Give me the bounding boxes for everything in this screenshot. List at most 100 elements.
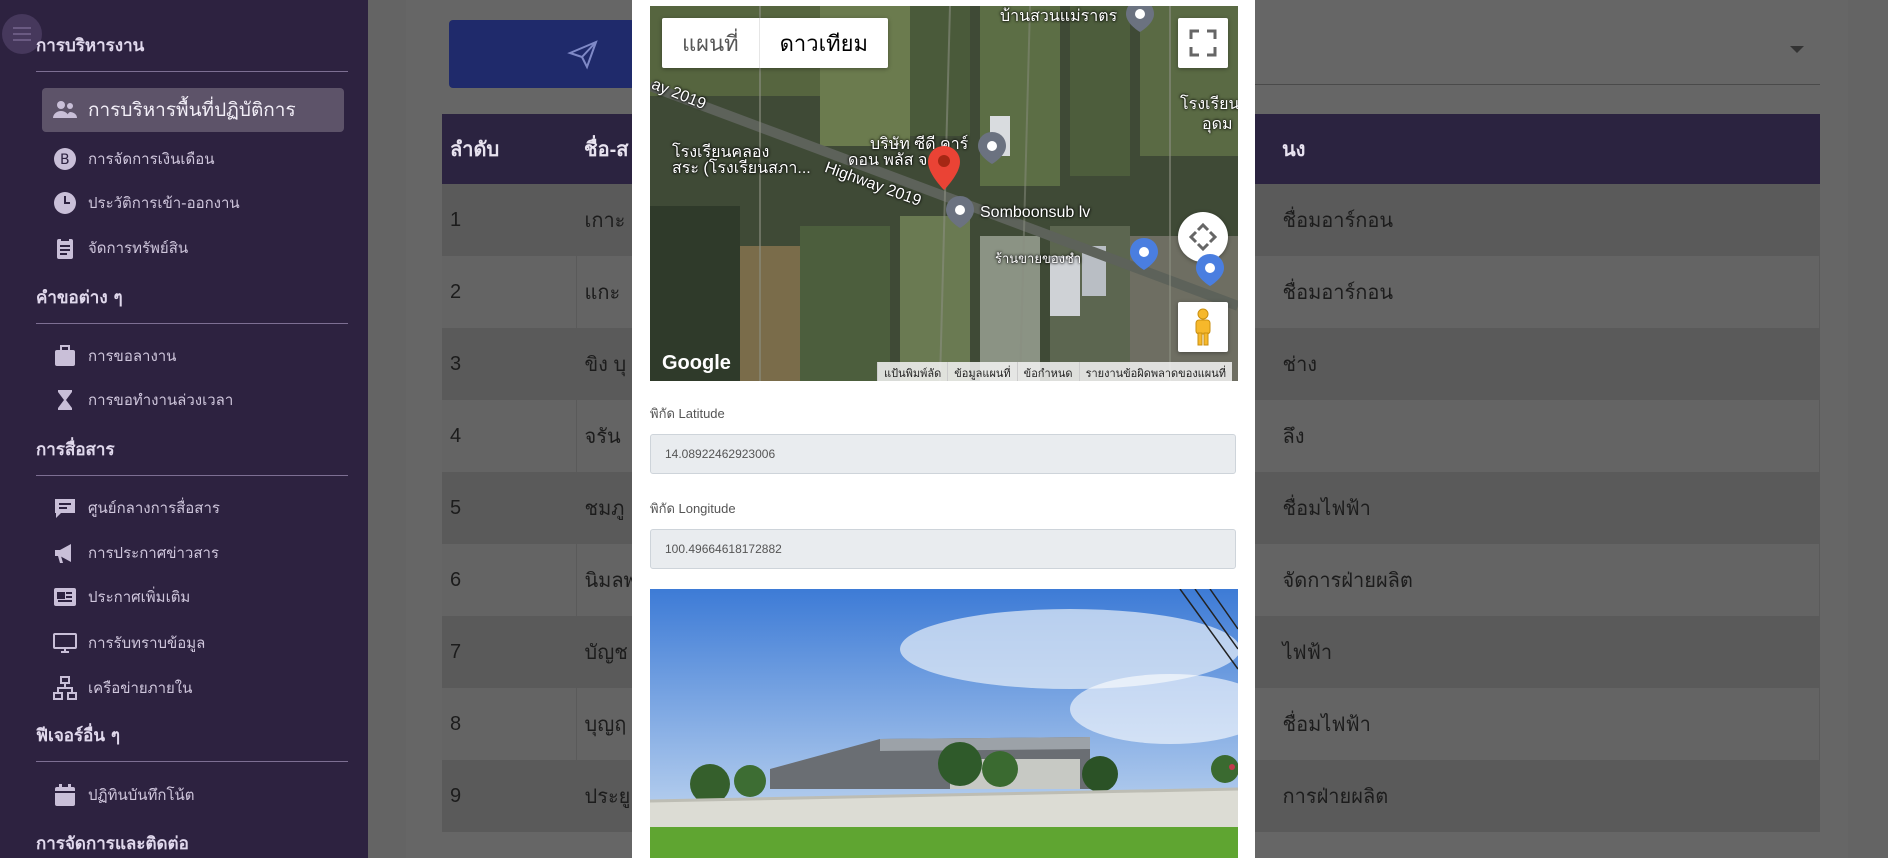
sidebar-item-comm-center[interactable]: ศูนย์กลางการสื่อสาร xyxy=(42,486,344,530)
sidebar-item-leave[interactable]: การขอลางาน xyxy=(42,334,344,378)
map-label: สระ (โรงเรียนสภา... xyxy=(672,160,811,177)
map-type-control: แผนที่ ดาวเทียม xyxy=(662,18,889,68)
map-data-link[interactable]: ข้อมูลแผนที่ xyxy=(947,362,1017,381)
map-type-map-button[interactable]: แผนที่ xyxy=(662,18,759,68)
map-label: ร้านขายของชำ xyxy=(995,251,1082,266)
map-label: บ้านสวนแม่ราตร xyxy=(1000,8,1118,25)
employee-position: จัดการฝ่ายผลิต xyxy=(1252,544,1820,616)
report-map-error-link[interactable]: รายงานข้อผิดพลาดของแผนที่ xyxy=(1078,362,1232,381)
sidebar-item-overtime[interactable]: การขอทำงานล่วงเวลา xyxy=(42,378,344,422)
site-photo xyxy=(650,589,1238,858)
sidebar-item-attendance[interactable]: ประวัติการเข้า-ออกงาน xyxy=(42,181,344,225)
keyboard-shortcuts-link[interactable]: แป้นพิมพ์ลัด xyxy=(877,362,948,381)
latitude-field[interactable]: 14.08922462923006 xyxy=(650,434,1236,474)
newspaper-icon xyxy=(52,585,78,609)
sidebar-item-internal-network[interactable]: เครือข่ายภายใน xyxy=(42,666,344,710)
filter-select[interactable] xyxy=(1250,84,1820,85)
send-icon xyxy=(567,40,598,70)
sidebar-section-requests: คำขอต่าง ๆ xyxy=(36,284,348,324)
sidebar-section-contact: การจัดการและติดต่อ xyxy=(36,830,348,857)
row-number: 9 xyxy=(442,760,577,832)
fullscreen-icon xyxy=(1189,29,1217,57)
map-label: อุดม xyxy=(1202,116,1233,133)
section-title: การบริหารงาน xyxy=(36,36,145,56)
sidebar-item-label: ศูนย์กลางการสื่อสาร xyxy=(88,499,220,517)
sidebar-item-announcements[interactable]: การประกาศข่าวสาร xyxy=(42,531,344,575)
sidebar-item-workspace-management[interactable]: การบริหารพื้นที่ปฏิบัติการ xyxy=(42,88,344,132)
sidebar-item-label: จัดการทรัพย์สิน xyxy=(88,239,189,257)
sidebar-section-communication: การสื่อสาร xyxy=(36,436,348,476)
employee-position: ชื่อมอาร์กอน xyxy=(1252,184,1820,256)
shop-marker-icon[interactable] xyxy=(1130,238,1158,270)
section-title: การจัดการและติดต่อ xyxy=(36,834,189,854)
employee-position: การฝ่ายผลิต xyxy=(1252,760,1820,832)
column-header: ลำดับ xyxy=(442,114,576,184)
row-number: 4 xyxy=(442,400,577,472)
svg-text:B: B xyxy=(60,152,70,168)
monitor-icon xyxy=(52,631,78,655)
row-number: 6 xyxy=(442,544,577,616)
sidebar-item-label: ประกาศเพิ่มเติม xyxy=(88,588,191,606)
sidebar: การบริหารงาน การบริหารพื้นที่ปฏิบัติการ … xyxy=(0,0,368,858)
chevron-down-icon[interactable] xyxy=(1790,46,1804,53)
sidebar-item-acknowledgement[interactable]: การรับทราบข้อมูล xyxy=(42,621,344,665)
employee-position: ไฟฟ้า xyxy=(1252,616,1820,688)
employee-position: ชื่อมไฟฟ้า xyxy=(1252,472,1820,544)
map-attribution-bar: แป้นพิมพ์ลัด ข้อมูลแผนที่ ข้อกำหนด รายงา… xyxy=(877,362,1232,381)
longitude-field[interactable]: 100.49664618172882 xyxy=(650,529,1236,569)
row-number: 8 xyxy=(442,688,577,760)
pegman-icon xyxy=(1195,308,1211,346)
section-title: การสื่อสาร xyxy=(36,440,115,460)
row-number: 3 xyxy=(442,328,577,400)
sidebar-section-other-features: ฟีเจอร์อื่น ๆ xyxy=(36,722,348,762)
briefcase-icon xyxy=(52,344,78,368)
row-number: 7 xyxy=(442,616,577,688)
sidebar-item-label: ปฏิทินบันทึกโน้ต xyxy=(88,786,195,804)
employee-position: ชื่อมอาร์กอน xyxy=(1252,256,1820,328)
section-title: คำขอต่าง ๆ xyxy=(36,288,123,308)
sidebar-item-calendar[interactable]: ปฏิทินบันทึกโน้ต xyxy=(42,773,344,817)
network-icon xyxy=(52,676,78,700)
section-title: ฟีเจอร์อื่น ๆ xyxy=(36,726,121,746)
clock-icon xyxy=(52,191,78,215)
row-number: 1 xyxy=(442,184,577,256)
column-header: นง xyxy=(1252,114,1820,184)
employee-position: ช่าง xyxy=(1252,328,1820,400)
fullscreen-button[interactable] xyxy=(1178,18,1228,68)
hourglass-icon xyxy=(52,388,78,412)
clipboard-icon xyxy=(52,236,78,260)
location-modal: แผนที่ ดาวเทียม บ้านสวนแม่ราตร โรงเรียน … xyxy=(632,0,1255,858)
sidebar-item-label: การขอลางาน xyxy=(88,347,177,365)
row-number: 5 xyxy=(442,472,577,544)
sidebar-item-salary[interactable]: B การจัดการเงินเดือน xyxy=(42,137,344,181)
sidebar-item-label: การขอทำงานล่วงเวลา xyxy=(88,391,234,409)
sidebar-item-label: เครือข่ายภายใน xyxy=(88,679,193,697)
map-type-satellite-button[interactable]: ดาวเทียม xyxy=(758,18,888,68)
poi-marker-icon[interactable] xyxy=(978,132,1006,164)
sidebar-item-label: การประกาศข่าวสาร xyxy=(88,544,219,562)
map-label: ดอน พลัส จ... xyxy=(848,152,941,169)
row-number: 2 xyxy=(442,256,577,328)
send-location-button[interactable] xyxy=(449,20,635,88)
location-marker-icon[interactable] xyxy=(928,146,960,190)
megaphone-icon xyxy=(52,541,78,565)
map-label: Somboonsub lv xyxy=(980,204,1091,221)
map-view[interactable]: แผนที่ ดาวเทียม บ้านสวนแม่ราตร โรงเรียน … xyxy=(650,6,1238,381)
street-view-pegman-button[interactable] xyxy=(1178,302,1228,352)
sidebar-item-label: การจัดการเงินเดือน xyxy=(88,150,215,168)
sidebar-item-more-announcements[interactable]: ประกาศเพิ่มเติม xyxy=(42,575,344,619)
employee-position: ลึง xyxy=(1252,400,1820,472)
poi-marker-icon[interactable] xyxy=(946,196,974,228)
chat-icon xyxy=(52,496,78,520)
calendar-icon xyxy=(52,783,78,807)
move-arrows-icon xyxy=(1188,222,1218,252)
latitude-label: พิกัด Latitude xyxy=(650,406,725,421)
users-icon xyxy=(52,98,78,122)
poi-marker-icon[interactable] xyxy=(1196,254,1224,286)
sidebar-item-assets[interactable]: จัดการทรัพย์สิน xyxy=(42,226,344,270)
longitude-label: พิกัด Longitude xyxy=(650,501,736,516)
sidebar-item-label: ประวัติการเข้า-ออกงาน xyxy=(88,194,240,212)
bitcoin-icon: B xyxy=(52,147,78,171)
poi-marker-icon[interactable] xyxy=(1126,6,1154,32)
terms-link[interactable]: ข้อกำหนด xyxy=(1016,362,1079,381)
